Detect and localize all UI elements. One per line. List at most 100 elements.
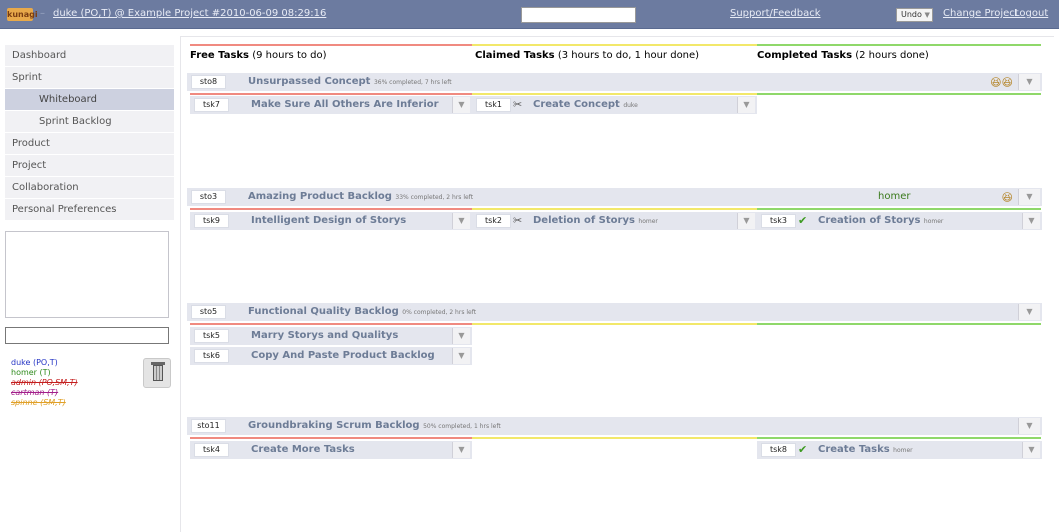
sidebar-item-project[interactable]: Project xyxy=(5,155,174,177)
support-feedback-link[interactable]: Support/Feedback xyxy=(730,8,821,19)
task-name[interactable]: Creation of Storys homer xyxy=(818,215,943,226)
story-id[interactable]: sto5 xyxy=(191,305,226,319)
column-free-header: Free Tasks (9 hours to do) xyxy=(190,50,327,61)
logout-link[interactable]: Logout xyxy=(1014,8,1048,19)
story-row[interactable]: sto3 Amazing Product Backlog 33% complet… xyxy=(187,188,1042,206)
task-name[interactable]: Deletion of Storys homer xyxy=(533,215,658,226)
sidebar-item-sprint-backlog[interactable]: Sprint Backlog xyxy=(5,111,174,133)
free-column-line xyxy=(190,44,472,46)
story-id[interactable]: sto11 xyxy=(191,419,226,433)
chevron-down-icon[interactable]: ▼ xyxy=(1018,418,1040,434)
task-card[interactable]: tsk1 ✂ Create Concept duke ▼ xyxy=(472,96,757,114)
user-homer: homer (T) xyxy=(11,368,51,377)
claimed-column-line xyxy=(472,323,757,325)
task-card[interactable]: tsk7 Make Sure All Others Are Inferior ▼ xyxy=(190,96,472,114)
chat-box xyxy=(5,231,169,318)
chevron-down-icon[interactable]: ▼ xyxy=(1018,74,1040,90)
user-list: duke (PO,T) homer (T) admin (PO,SM,T) ca… xyxy=(11,358,78,408)
kunagi-logo[interactable]: kunagi xyxy=(7,8,38,21)
task-id[interactable]: tsk4 xyxy=(194,443,229,457)
claimed-column-line xyxy=(472,93,757,95)
completed-column-line xyxy=(757,208,1041,210)
checkmark-icon: ✔ xyxy=(798,443,808,456)
chat-input[interactable] xyxy=(5,327,169,344)
sidebar-item-product[interactable]: Product xyxy=(5,133,174,155)
sidebar-item-collaboration[interactable]: Collaboration xyxy=(5,177,174,199)
task-id[interactable]: tsk7 xyxy=(194,98,229,112)
story-id[interactable]: sto8 xyxy=(191,75,226,89)
sidebar-item-sprint[interactable]: Sprint xyxy=(5,67,174,89)
task-id[interactable]: tsk2 xyxy=(476,214,511,228)
sidebar-item-dashboard[interactable]: Dashboard xyxy=(5,45,174,67)
completed-column-line xyxy=(757,93,1041,95)
free-column-line xyxy=(190,437,472,439)
task-name[interactable]: Make Sure All Others Are Inferior xyxy=(251,99,439,110)
task-id[interactable]: tsk9 xyxy=(194,214,229,228)
chevron-down-icon[interactable]: ▼ xyxy=(452,97,470,113)
chevron-down-icon[interactable]: ▼ xyxy=(1022,442,1040,458)
task-card[interactable]: tsk5 Marry Storys and Qualitys ▼ xyxy=(190,327,472,345)
scissors-icon: ✂ xyxy=(513,98,523,111)
task-id[interactable]: tsk8 xyxy=(761,443,796,457)
task-id[interactable]: tsk6 xyxy=(194,349,229,363)
claimed-column-line xyxy=(472,437,757,439)
task-card[interactable]: tsk2 ✂ Deletion of Storys homer ▼ xyxy=(472,212,757,230)
story-row[interactable]: sto11 Groundbraking Scrum Backlog 50% co… xyxy=(187,417,1042,435)
task-name[interactable]: Intelligent Design of Storys xyxy=(251,215,406,226)
free-column-line xyxy=(190,323,472,325)
story-id[interactable]: sto3 xyxy=(191,190,226,204)
top-bar: kunagi – duke (PO,T) @ Example Project #… xyxy=(0,0,1059,29)
task-card[interactable]: tsk9 Intelligent Design of Storys ▼ xyxy=(190,212,472,230)
chevron-down-icon[interactable]: ▼ xyxy=(452,442,470,458)
user-spinne: spinne (SM,T) xyxy=(11,398,66,407)
smiley-icon: 😆 xyxy=(1001,191,1013,204)
chevron-down-icon[interactable]: ▼ xyxy=(737,213,755,229)
column-claimed-header: Claimed Tasks (3 hours to do, 1 hour don… xyxy=(475,50,700,61)
chevron-down-icon[interactable]: ▼ xyxy=(452,348,470,364)
session-separator: – xyxy=(40,8,45,19)
story-row[interactable]: sto8 Unsurpassed Concept 36% completed, … xyxy=(187,73,1042,91)
chevron-down-icon[interactable]: ▼ xyxy=(737,97,755,113)
column-completed-header: Completed Tasks (2 hours done) xyxy=(757,50,929,61)
chevron-down-icon[interactable]: ▼ xyxy=(1018,304,1040,320)
undo-label: Undo xyxy=(901,10,922,19)
completed-column-line xyxy=(757,437,1041,439)
story-owner: homer xyxy=(878,191,911,202)
sidebar-item-personal-preferences[interactable]: Personal Preferences xyxy=(5,199,174,221)
task-card[interactable]: tsk8 ✔ Create Tasks homer ▼ xyxy=(757,441,1042,459)
task-id[interactable]: tsk1 xyxy=(476,98,511,112)
scissors-icon: ✂ xyxy=(513,214,523,227)
task-name[interactable]: Copy And Paste Product Backlog xyxy=(251,350,435,361)
user-admin: admin (PO,SM,T) xyxy=(11,378,78,387)
chevron-down-icon: ▼ xyxy=(924,11,930,19)
story-row[interactable]: sto5 Functional Quality Backlog 0% compl… xyxy=(187,303,1042,321)
free-column-line xyxy=(190,208,472,210)
task-name[interactable]: Create Concept duke xyxy=(533,99,638,110)
sidebar-item-whiteboard[interactable]: Whiteboard xyxy=(5,89,174,111)
search-input[interactable] xyxy=(521,7,636,23)
task-id[interactable]: tsk5 xyxy=(194,329,229,343)
chevron-down-icon[interactable]: ▼ xyxy=(1022,213,1040,229)
story-name[interactable]: Unsurpassed Concept 36% completed, 7 hrs… xyxy=(248,76,452,87)
task-id[interactable]: tsk3 xyxy=(761,214,796,228)
checkmark-icon: ✔ xyxy=(798,214,808,227)
chevron-down-icon[interactable]: ▼ xyxy=(452,328,470,344)
session-link[interactable]: duke (PO,T) @ Example Project #2010-06-0… xyxy=(53,8,326,19)
task-name[interactable]: Marry Storys and Qualitys xyxy=(251,330,398,341)
completed-column-line xyxy=(757,323,1041,325)
story-name[interactable]: Functional Quality Backlog 0% completed,… xyxy=(248,306,476,317)
trash-icon[interactable] xyxy=(143,358,171,388)
user-duke: duke (PO,T) xyxy=(11,358,58,367)
task-card[interactable]: tsk6 Copy And Paste Product Backlog ▼ xyxy=(190,347,472,365)
task-name[interactable]: Create More Tasks xyxy=(251,444,355,455)
claimed-column-line xyxy=(472,44,757,46)
chevron-down-icon[interactable]: ▼ xyxy=(1018,189,1040,205)
task-card[interactable]: tsk3 ✔ Creation of Storys homer ▼ xyxy=(757,212,1042,230)
story-name[interactable]: Groundbraking Scrum Backlog 50% complete… xyxy=(248,420,501,431)
change-project-link[interactable]: Change Project xyxy=(943,8,1019,19)
chevron-down-icon[interactable]: ▼ xyxy=(452,213,470,229)
task-card[interactable]: tsk4 Create More Tasks ▼ xyxy=(190,441,472,459)
undo-button[interactable]: Undo ▼ xyxy=(896,8,933,22)
task-name[interactable]: Create Tasks homer xyxy=(818,444,913,455)
story-name[interactable]: Amazing Product Backlog 33% completed, 2… xyxy=(248,191,473,202)
